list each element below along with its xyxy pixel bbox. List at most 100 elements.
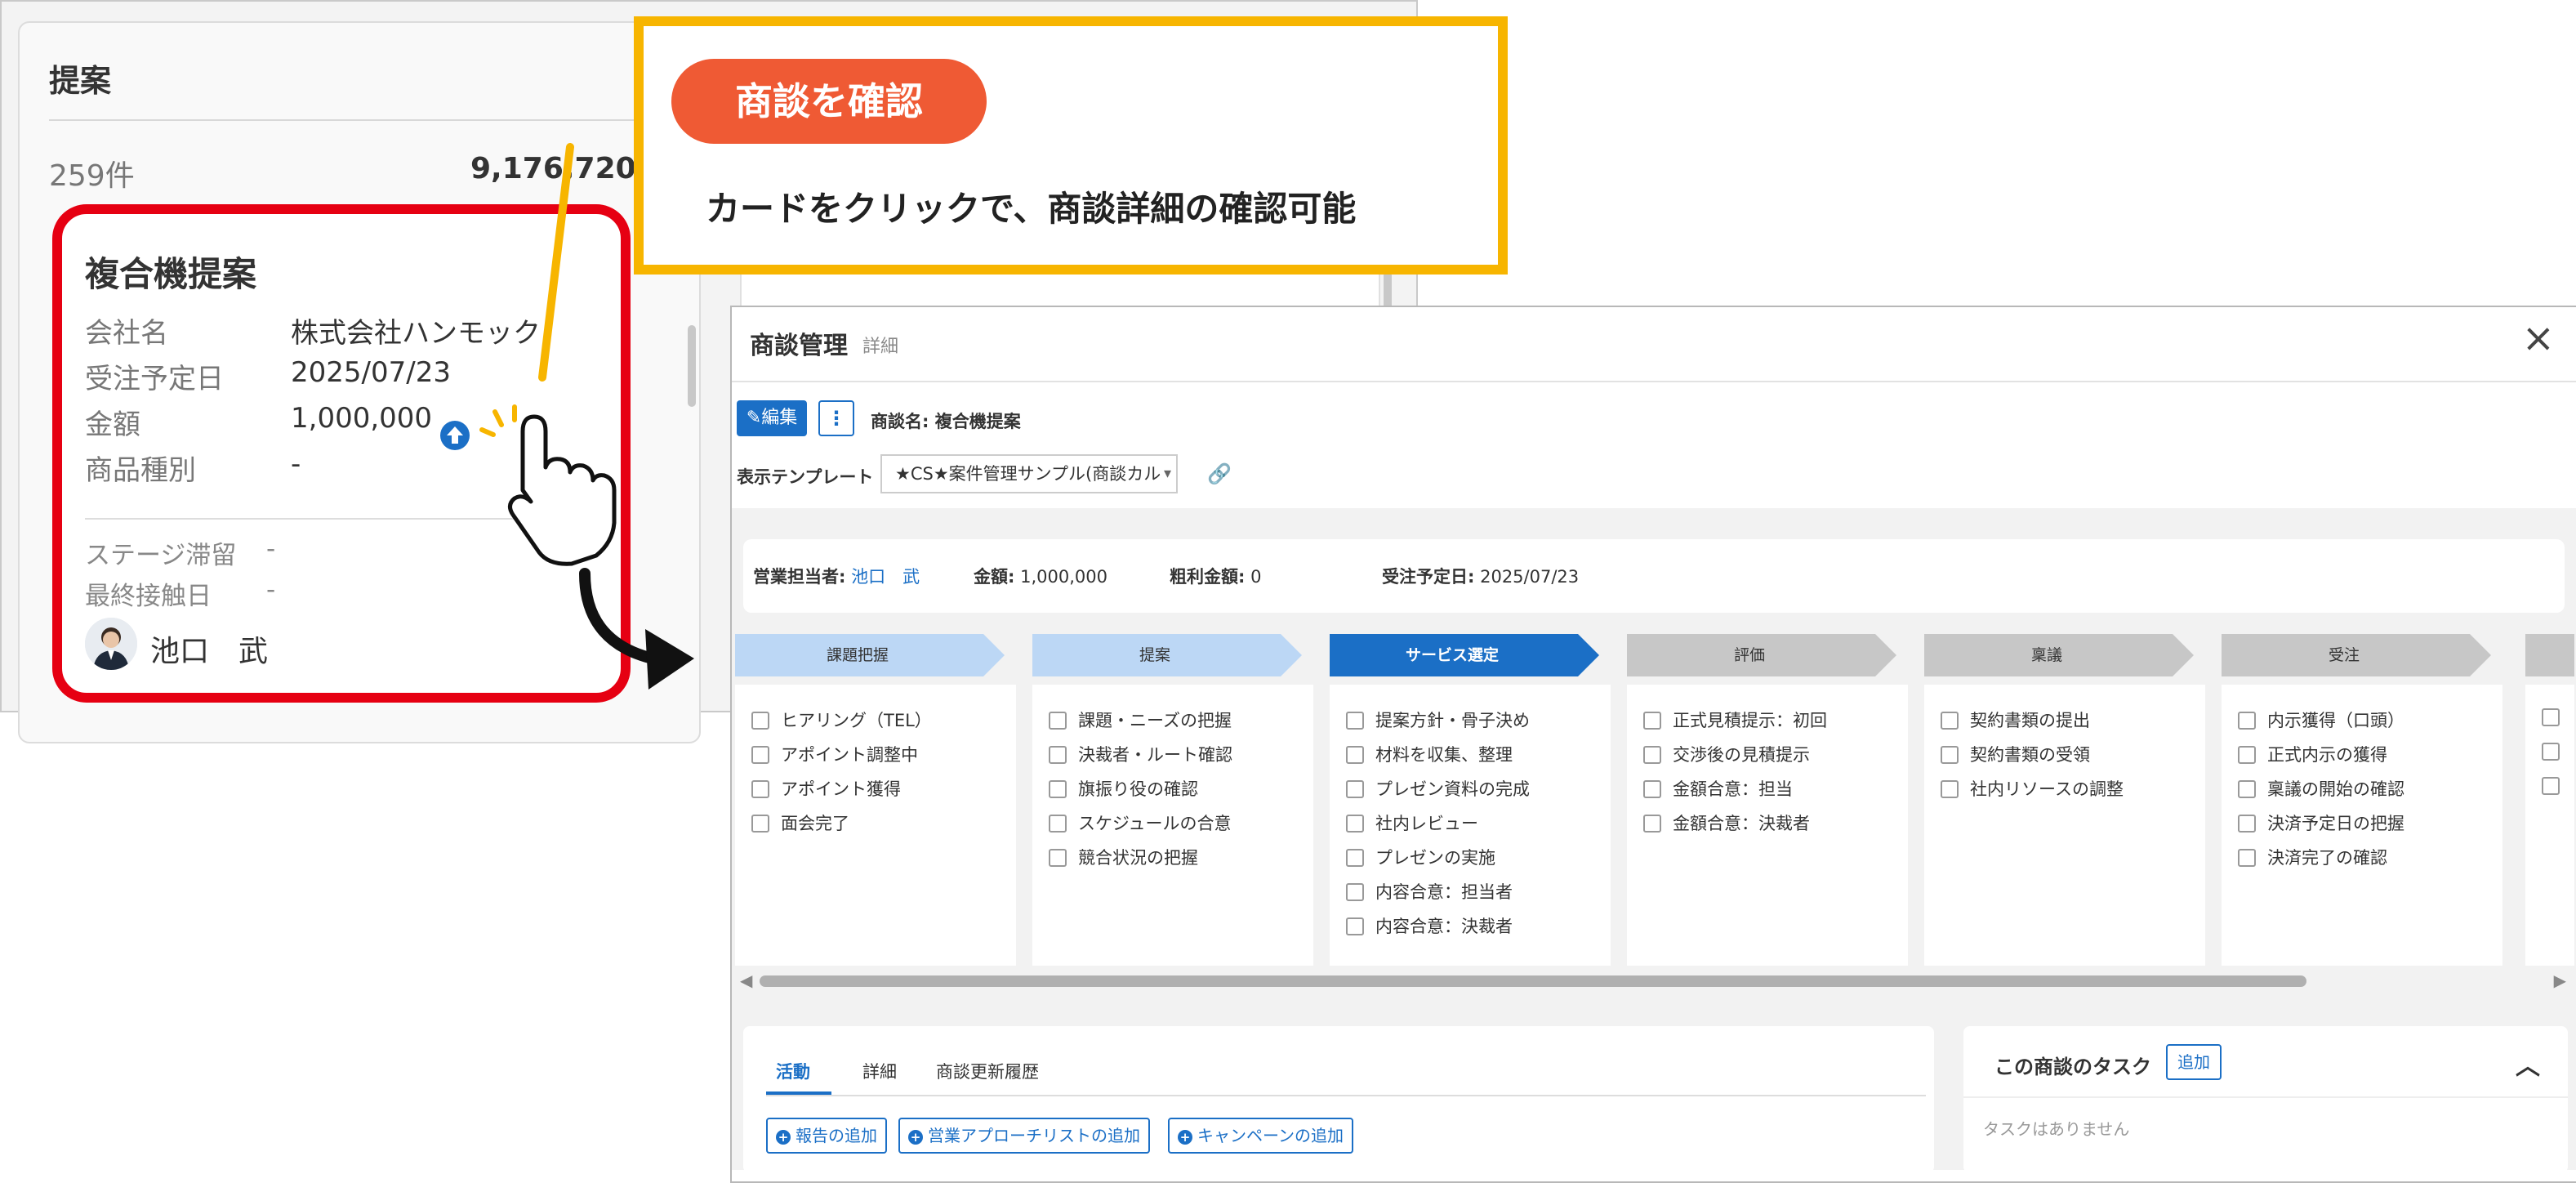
field-value-amount: 1,000,000 <box>291 402 433 435</box>
scroll-right-icon[interactable]: ▶ <box>2554 971 2566 990</box>
checklist-item[interactable]: 社内リソースの調整 <box>1941 776 2124 801</box>
field-value-company: 株式会社ハンモック <box>291 317 541 350</box>
summary-owner-label: 営業担当者: <box>753 567 846 587</box>
tab-history[interactable]: 商談更新履歴 <box>936 1059 1039 1083</box>
modal-subtitle: 詳細 <box>862 337 899 357</box>
stage-label: 評価 <box>1733 646 1765 664</box>
checklist-item[interactable]: 契約書類の受領 <box>1941 742 2090 766</box>
stage-3[interactable]: サービス選定 <box>1330 634 1599 676</box>
deal-card-title: 複合機提案 <box>85 254 257 294</box>
plus-circle-icon: + <box>776 1130 791 1145</box>
stage-4[interactable]: 評価 <box>1627 634 1896 676</box>
summary-owner-link[interactable]: 池口 武 <box>851 567 920 587</box>
checkbox[interactable] <box>2542 742 2571 761</box>
add-task-button[interactable]: 追加 <box>2166 1044 2222 1080</box>
summary-gross-value: 0 <box>1250 567 1262 587</box>
column-scrollbar[interactable] <box>688 325 696 407</box>
stage-overflow <box>2525 634 2574 676</box>
checklist-item[interactable]: 内容合意：担当者 <box>1346 879 1513 904</box>
task-divider <box>1963 1096 2568 1098</box>
checklist-item[interactable]: 面会完了 <box>751 810 849 835</box>
checklist-item[interactable]: アポイント獲得 <box>751 776 901 801</box>
checklist-item[interactable]: 決済完了の確認 <box>2238 845 2387 869</box>
column-title: 提案 <box>49 63 112 99</box>
deal-detail-modal: 商談管理 詳細 × ✎編集 ⋮ 商談名: 複合機提案 表示テンプレート ★CS★… <box>730 306 2576 1183</box>
add-campaign-button[interactable]: + キャンペーンの追加 <box>1168 1118 1353 1154</box>
plus-circle-icon: + <box>908 1130 923 1145</box>
deal-owner: 池口 武 <box>150 635 269 668</box>
checklist-item[interactable]: 材料を収集、整理 <box>1346 742 1513 766</box>
checkbox[interactable] <box>2542 776 2571 796</box>
checkbox[interactable] <box>2542 708 2571 727</box>
deal-name: 商談名: 複合機提案 <box>871 412 1021 431</box>
deal-card[interactable]: 複合機提案 会社名 株式会社ハンモック 受注予定日 2025/07/23 金額 … <box>52 204 631 703</box>
task-empty-message: タスクはありません <box>1983 1119 2130 1139</box>
stage-1[interactable]: 課題把握 <box>735 634 1005 676</box>
summary-amount-label: 金額: <box>974 567 1015 587</box>
add-report-button[interactable]: + 報告の追加 <box>766 1118 887 1154</box>
stage-label: 稟議 <box>2030 646 2062 664</box>
stage-checklist: 正式見積提示：初回 交渉後の見積提示 金額合意：担当 金額合意：決裁者 <box>1627 685 1908 966</box>
chevron-up-icon[interactable]: ︿ <box>2516 1046 2540 1082</box>
template-select[interactable]: ★CS★案件管理サンプル(商談カル ▾ <box>880 454 1178 493</box>
checklist-item[interactable]: 金額合意：決裁者 <box>1643 810 1810 835</box>
add-report-label: 報告の追加 <box>796 1126 877 1145</box>
plus-circle-icon: + <box>1178 1130 1192 1145</box>
stage-6[interactable]: 受注 <box>2222 634 2491 676</box>
checklist-item[interactable]: 契約書類の提出 <box>1941 708 2090 732</box>
meta-value-stay: - <box>266 534 276 564</box>
checklist-item[interactable]: 社内レビュー <box>1346 810 1478 835</box>
modal-header: 商談管理 詳細 × <box>732 307 2576 382</box>
checklist-item[interactable]: 交渉後の見積提示 <box>1643 742 1810 766</box>
checklist-item[interactable]: プレゼン資料の完成 <box>1346 776 1530 801</box>
summary-amount-value: 1,000,000 <box>1020 567 1108 587</box>
checklist-item[interactable]: 提案方針・骨子決め <box>1346 708 1530 732</box>
checklist-item[interactable]: プレゼンの実施 <box>1346 845 1495 869</box>
add-campaign-label: キャンペーンの追加 <box>1197 1126 1344 1145</box>
tab-detail[interactable]: 詳細 <box>862 1059 897 1083</box>
tab-activity[interactable]: 活動 <box>776 1059 810 1083</box>
scrollbar-thumb[interactable] <box>760 975 2306 987</box>
checklist-item[interactable]: スケジュールの合意 <box>1049 810 1232 835</box>
stage-checklist: 課題・ニーズの把握 決裁者・ルート確認 旗振り役の確認スケジュールの合意 競合状況の把… <box>1032 685 1313 966</box>
pencil-icon: ✎ <box>746 408 762 428</box>
stage-checklist: 内示獲得（口頭） 正式内示の獲得 稟議の開始の確認 決済予定日の把握 決済完了の確認 <box>2222 685 2502 966</box>
checklist-item[interactable]: 旗振り役の確認 <box>1049 776 1198 801</box>
avatar <box>85 618 137 670</box>
checklist-item[interactable]: 正式内示の獲得 <box>2238 742 2387 766</box>
checklist-item[interactable]: 正式見積提示：初回 <box>1643 708 1827 732</box>
tabs-divider <box>766 1095 1926 1096</box>
stage-label: 課題把握 <box>826 646 889 664</box>
horizontal-scrollbar[interactable]: ◀ ▶ <box>740 969 2566 992</box>
stage-checklist: 契約書類の提出 契約書類の受領社内リソースの調整 <box>1924 685 2205 966</box>
checklist-item[interactable]: 金額合意：担当 <box>1643 776 1793 801</box>
column-divider <box>49 119 686 121</box>
checklist-item[interactable]: 決済予定日の把握 <box>2238 810 2404 835</box>
checklist-item[interactable]: アポイント調整中 <box>751 742 918 766</box>
modal-title: 商談管理 <box>750 332 848 360</box>
add-approach-list-button[interactable]: + 営業アプローチリストの追加 <box>898 1118 1150 1154</box>
checklist-item[interactable]: 内示獲得（口頭） <box>2238 708 2404 732</box>
stage-2[interactable]: 提案 <box>1032 634 1302 676</box>
meta-value-last-contact: - <box>266 575 276 605</box>
column-count: 259件 <box>49 159 135 193</box>
field-value-date: 2025/07/23 <box>291 356 451 389</box>
checklist-item[interactable]: 決裁者・ルート確認 <box>1049 742 1232 766</box>
field-value-product: - <box>291 448 301 480</box>
scroll-left-icon[interactable]: ◀ <box>740 971 752 990</box>
edit-button[interactable]: ✎編集 <box>737 400 807 436</box>
checklist-item[interactable]: 競合状況の把握 <box>1049 845 1198 869</box>
stage-5[interactable]: 稟議 <box>1924 634 2194 676</box>
checklist-item[interactable]: 内容合意：決裁者 <box>1346 913 1513 938</box>
more-menu-button[interactable]: ⋮ <box>818 400 854 436</box>
activity-panel: 活動 詳細 商談更新履歴 + 報告の追加 + 営業アプローチリストの追加 + キャンペ… <box>743 1026 1934 1173</box>
link-icon[interactable]: 🔗 <box>1207 462 1232 485</box>
chevron-down-icon: ▾ <box>1160 456 1171 492</box>
meta-label-stay: ステージ滞留 <box>85 541 237 570</box>
stage-overflow-column <box>2525 685 2574 966</box>
summary-date: 受注予定日: 2025/07/23 <box>1382 564 1579 588</box>
close-icon[interactable]: × <box>2522 319 2555 358</box>
checklist-item[interactable]: 課題・ニーズの把握 <box>1049 708 1232 732</box>
checklist-item[interactable]: 稟議の開始の確認 <box>2238 776 2404 801</box>
checklist-item[interactable]: ヒアリング（TEL） <box>751 708 932 732</box>
